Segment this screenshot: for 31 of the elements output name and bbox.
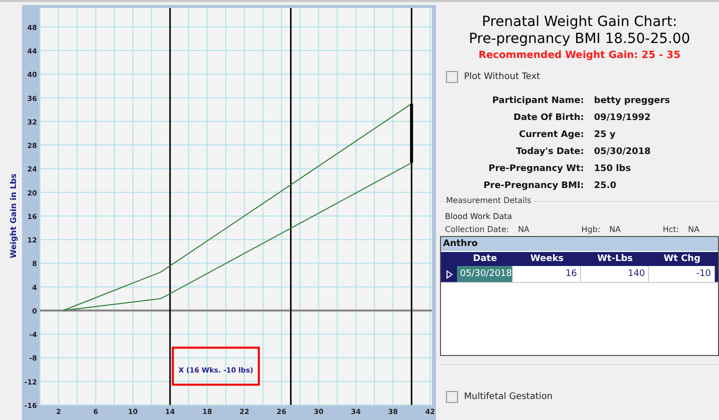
chart-title: Prenatal Weight Gain Chart:: [480, 14, 678, 31]
field-value: NA: [609, 225, 621, 234]
group-title: Measurement Details: [444, 196, 534, 205]
table-cell: -10: [649, 266, 715, 282]
table-cell: 16: [513, 266, 581, 282]
table-cell: 140: [581, 266, 649, 282]
detail-value: 09/19/1992: [594, 113, 652, 123]
detail-label: Current Age:: [518, 130, 584, 140]
section-label: Blood Work Data: [445, 212, 512, 221]
detail-label: Date Of Birth:: [512, 113, 584, 123]
field-label: Hct:: [662, 225, 679, 234]
detail-label: Participant Name:: [491, 96, 584, 106]
field-label: Hgb:: [581, 225, 600, 234]
checkbox-label: Plot Without Text: [464, 72, 540, 82]
detail-value: 05/30/2018: [594, 147, 652, 157]
field-value: NA: [518, 225, 530, 234]
grid-title: Anthro: [441, 237, 718, 251]
detail-value: betty preggers: [594, 96, 671, 106]
detail-label: Today's Date:: [514, 147, 584, 157]
detail-label: Pre-Pregnancy BMI:: [482, 181, 584, 191]
detail-value: 150 lbs: [594, 164, 632, 174]
detail-value: 25.0: [594, 181, 618, 191]
recommended-gain: Recommended Weight Gain: 25 - 35: [478, 50, 682, 61]
chart-title: Pre-pregnancy BMI 18.50-25.00: [468, 31, 692, 48]
checkbox-label: Multifetal Gestation: [464, 392, 553, 402]
field-value: NA: [688, 225, 700, 234]
y-axis-label: Weight Gain in Lbs: [9, 174, 18, 258]
detail-value: 25 y: [594, 130, 617, 140]
detail-label: Pre-Pregnancy Wt:: [487, 164, 584, 174]
field-label: Collection Date:: [445, 225, 509, 234]
table-cell: 05/30/2018: [457, 266, 513, 282]
